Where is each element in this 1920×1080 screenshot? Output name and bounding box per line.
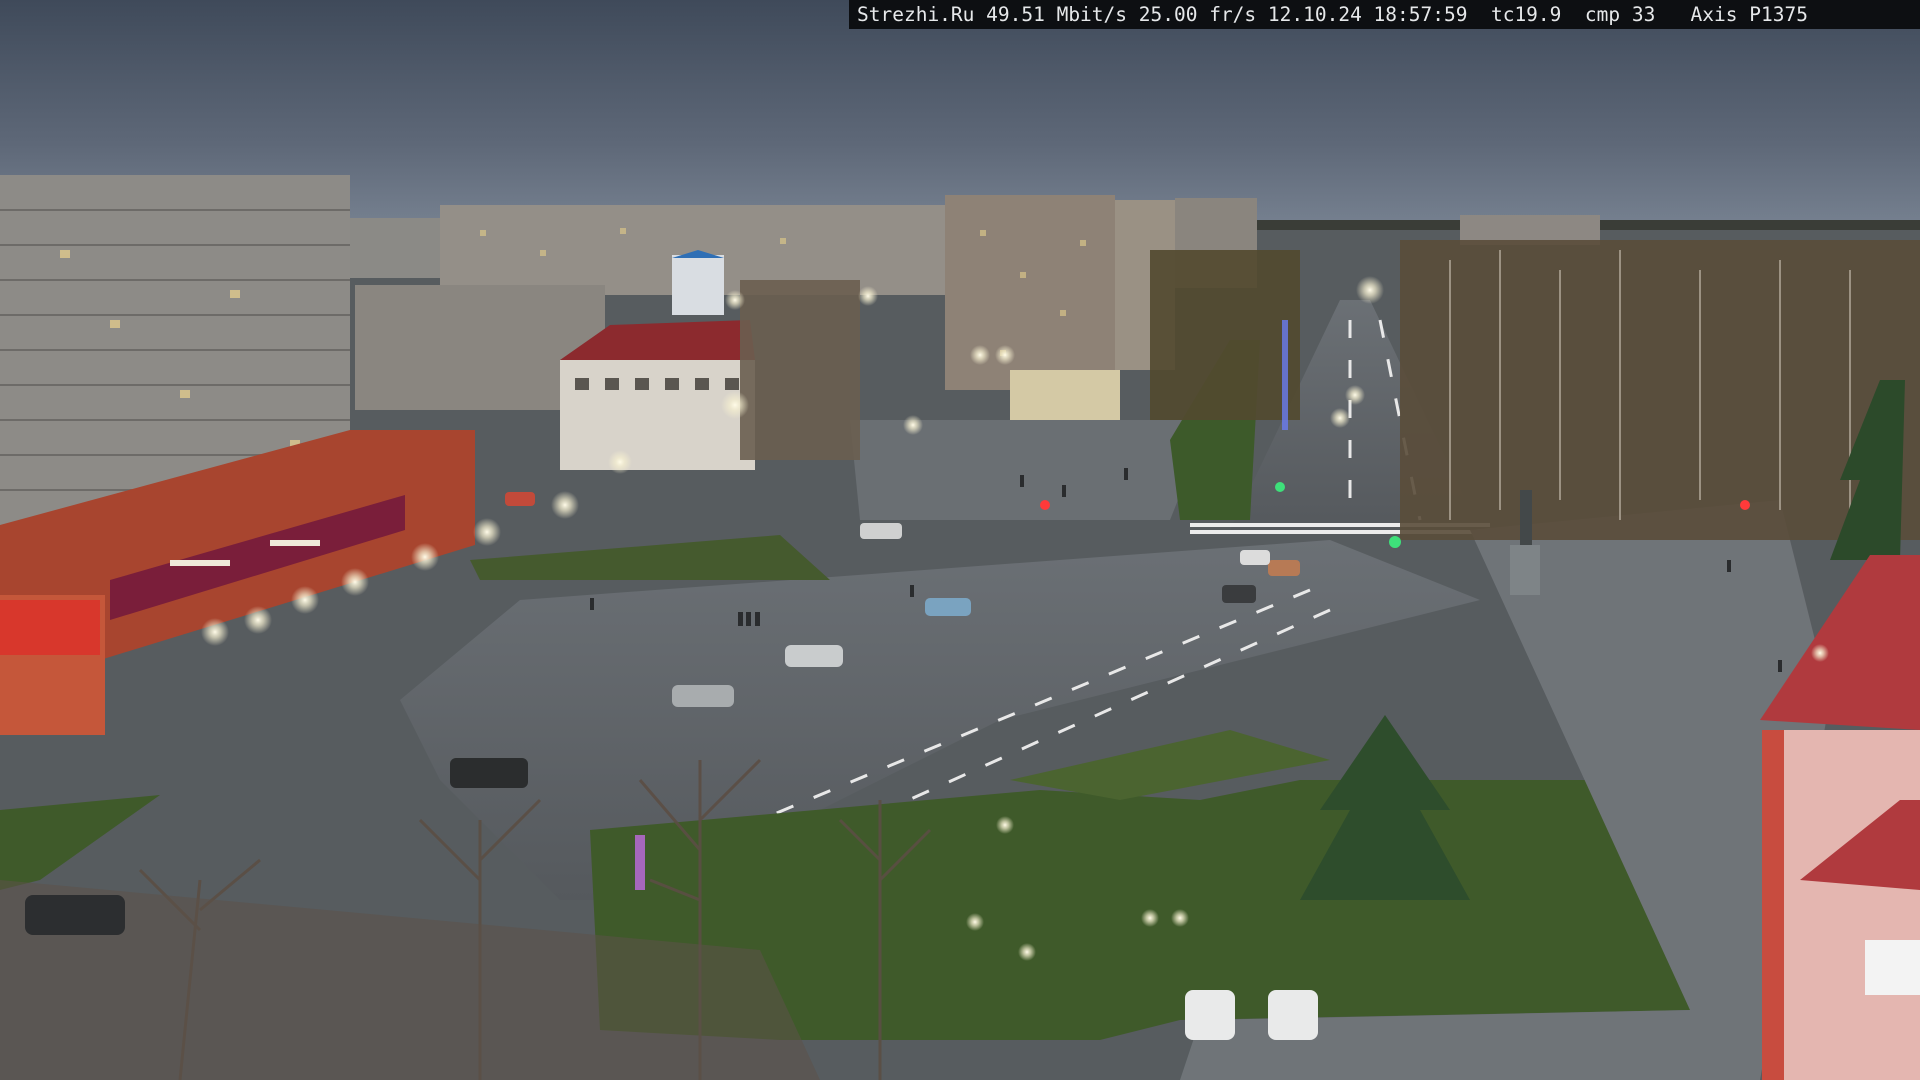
lamp-icon xyxy=(608,450,632,474)
lamp-icon xyxy=(244,606,272,634)
traffic-light-icon xyxy=(1389,536,1401,548)
lamp-icon xyxy=(996,816,1014,834)
lamp-icon xyxy=(1141,909,1159,927)
car-icon xyxy=(785,645,843,667)
traffic-light-icon xyxy=(1740,500,1750,510)
city-webcam-view xyxy=(0,0,1920,1080)
lamp-icon xyxy=(858,286,878,306)
lamp-icon xyxy=(903,415,923,435)
lamp-icon xyxy=(411,543,439,571)
lamp-icon xyxy=(551,491,579,519)
lamp-icon xyxy=(473,518,501,546)
lamp-icon xyxy=(725,290,745,310)
car-icon xyxy=(1185,990,1235,1040)
lamp-icon xyxy=(201,618,229,646)
lamp-icon xyxy=(341,568,369,596)
car-icon xyxy=(925,598,971,616)
lamp-icon xyxy=(1171,909,1189,927)
car-icon xyxy=(450,758,528,788)
white-tower xyxy=(672,255,724,315)
lamp-icon xyxy=(1330,408,1350,428)
lamp-icon xyxy=(966,913,984,931)
camera-info-overlay: Strezhi.Ru 49.51 Mbit/s 25.00 fr/s 12.10… xyxy=(849,0,1920,29)
lamp-icon xyxy=(1811,644,1829,662)
small-pavilion xyxy=(1010,370,1120,420)
car-icon xyxy=(672,685,734,707)
lamp-icon xyxy=(721,391,749,419)
traffic-light-icon xyxy=(1275,482,1285,492)
car-icon xyxy=(1268,560,1300,576)
traffic-light-icon xyxy=(1040,500,1050,510)
lamp-icon xyxy=(1018,943,1036,961)
car-icon xyxy=(25,895,125,935)
car-icon xyxy=(1268,990,1318,1040)
lamp-icon xyxy=(995,345,1015,365)
lamp-icon xyxy=(1345,385,1365,405)
car-icon xyxy=(1240,550,1270,565)
camera-scene xyxy=(0,0,1920,1080)
lamp-icon xyxy=(291,586,319,614)
car-icon xyxy=(505,492,535,506)
car-icon xyxy=(860,523,902,539)
car-icon xyxy=(1222,585,1256,603)
central-plaza xyxy=(850,420,1210,520)
lamp-icon xyxy=(1356,276,1384,304)
lamp-icon xyxy=(970,345,990,365)
